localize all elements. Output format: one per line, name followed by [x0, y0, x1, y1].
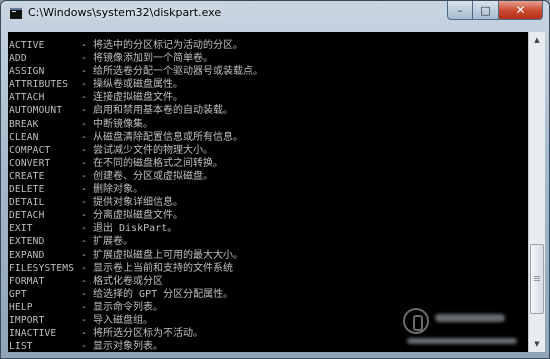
command-description: - 将镜像添加到一个简单卷。: [81, 53, 214, 65]
console-output[interactable]: ACTIVE - 将选中的分区标记为活动的分区。 ADD - 将镜像添加到一个简单卷。…: [8, 32, 528, 352]
console-line: IMPORT - 导入磁盘组。: [9, 314, 263, 327]
console-line: GPT - 给选择的 GPT 分区分配属性。: [9, 288, 263, 301]
command-description: - 显示对象列表。: [81, 341, 164, 352]
console-line: ACTIVE - 将选中的分区标记为活动的分区。: [9, 39, 263, 52]
console-app-icon[interactable]: [9, 7, 23, 20]
command-description: - 提供对象详细信息。: [81, 197, 184, 209]
console-line: ASSIGN - 给所选卷分配一个驱动器号或装载点。: [9, 65, 263, 78]
command-description: - 扩展卷。: [81, 236, 134, 248]
console-line: AUTOMOUNT - 启用和禁用基本卷的自动装载。: [9, 104, 263, 117]
console-line: CLEAN - 从磁盘清除配置信息或所有信息。: [9, 131, 263, 144]
command-name: ASSIGN: [9, 66, 45, 78]
command-name: IMPORT: [9, 314, 45, 326]
command-description: - 中断镜像集。: [81, 118, 154, 130]
console-line: CONVERT - 在不同的磁盘格式之间转换。: [9, 157, 263, 170]
console-line: FORMAT - 格式化卷或分区: [9, 275, 263, 288]
command-description: - 导入磁盘组。: [81, 314, 154, 326]
command-name: DELETE: [9, 184, 45, 196]
console-line: HELP - 显示命令列表。: [9, 301, 263, 314]
command-description: - 分离虚拟磁盘文件。: [81, 210, 184, 222]
command-description: - 操纵卷或磁盘属性。: [81, 79, 184, 91]
window-controls: – □ ✕: [447, 1, 543, 21]
command-name: FORMAT: [9, 275, 45, 287]
command-name: EXTEND: [9, 236, 45, 248]
command-name: LIST: [9, 341, 33, 352]
console-line: BREAK - 中断镜像集。: [9, 118, 263, 131]
scroll-up-button[interactable]: ▲: [529, 32, 545, 48]
command-description: - 连接虚拟磁盘文件。: [81, 92, 184, 104]
command-description: - 显示卷上当前和支持的文件系统: [81, 262, 234, 274]
close-icon: ✕: [515, 3, 526, 17]
close-button[interactable]: ✕: [499, 1, 543, 20]
console-lines: ACTIVE - 将选中的分区标记为活动的分区。 ADD - 将镜像添加到一个简单卷。…: [9, 39, 263, 352]
console-line: CREATE - 创建卷、分区或虚拟磁盘。: [9, 170, 263, 183]
window-title: C:\Windows\system32\diskpart.exe: [28, 6, 222, 19]
vertical-scrollbar[interactable]: ▲ ▼: [528, 32, 545, 352]
command-description: - 在不同的磁盘格式之间转换。: [81, 157, 224, 169]
command-description: - 显示命令列表。: [81, 301, 164, 313]
command-description: - 启用和禁用基本卷的自动装载。: [81, 105, 234, 117]
console-line: DETAIL - 提供对象详细信息。: [9, 196, 263, 209]
console-line: ADD - 将镜像添加到一个简单卷。: [9, 52, 263, 65]
console-line: DETACH - 分离虚拟磁盘文件。: [9, 209, 263, 222]
command-name: DETACH: [9, 210, 45, 222]
command-description: - 创建卷、分区或虚拟磁盘。: [81, 170, 214, 182]
command-name: ATTACH: [9, 92, 45, 104]
command-description: - 尝试减少文件的物理大小。: [81, 144, 214, 156]
maximize-button[interactable]: □: [473, 1, 499, 20]
minimize-button[interactable]: –: [447, 1, 473, 20]
console-line: FILESYSTEMS - 显示卷上当前和支持的文件系统: [9, 262, 263, 275]
command-name: COMPACT: [9, 144, 51, 156]
console-line: ATTRIBUTES - 操纵卷或磁盘属性。: [9, 78, 263, 91]
title-bar[interactable]: C:\Windows\system32\diskpart.exe – □ ✕: [1, 1, 549, 31]
command-name: GPT: [9, 288, 27, 300]
command-description: - 给所选卷分配一个驱动器号或装载点。: [81, 66, 264, 78]
console-window: C:\Windows\system32\diskpart.exe – □ ✕ A…: [0, 0, 550, 359]
command-name: EXPAND: [9, 249, 45, 261]
scrollbar-thumb[interactable]: [530, 244, 544, 314]
command-name: EXIT: [9, 223, 33, 235]
arrow-down-icon: ▼: [534, 340, 540, 348]
command-description: - 删除对象。: [81, 184, 144, 196]
command-name: BREAK: [9, 118, 39, 130]
command-name: DETAIL: [9, 197, 45, 209]
scroll-down-button[interactable]: ▼: [529, 336, 545, 352]
maximize-icon: □: [480, 3, 491, 17]
command-description: - 将选中的分区标记为活动的分区。: [81, 40, 244, 51]
minimize-icon: –: [457, 3, 463, 17]
command-name: CREATE: [9, 170, 45, 182]
console-line: EXPAND - 扩展虚拟磁盘上可用的最大大小。: [9, 249, 263, 262]
command-description: - 将所选分区标为不活动。: [81, 328, 204, 340]
console-line: COMPACT - 尝试减少文件的物理大小。: [9, 144, 263, 157]
command-description: - 扩展虚拟磁盘上可用的最大大小。: [81, 249, 244, 261]
command-name: CLEAN: [9, 131, 39, 143]
command-name: AUTOMOUNT: [9, 105, 63, 117]
console-line: INACTIVE - 将所选分区标为不活动。: [9, 327, 263, 340]
command-description: - 格式化卷或分区: [81, 275, 164, 287]
command-name: CONVERT: [9, 157, 51, 169]
command-name: FILESYSTEMS: [9, 262, 75, 274]
console-line: DELETE - 删除对象。: [9, 183, 263, 196]
command-description: - 从磁盘清除配置信息或所有信息。: [81, 131, 244, 143]
command-name: ACTIVE: [9, 40, 45, 51]
command-description: - 退出 DiskPart。: [81, 223, 178, 235]
command-name: HELP: [9, 301, 33, 313]
console-line: LIST - 显示对象列表。: [9, 340, 263, 352]
command-name: INACTIVE: [9, 328, 57, 340]
arrow-up-icon: ▲: [534, 36, 540, 44]
command-name: ADD: [9, 53, 27, 65]
console-line: EXTEND - 扩展卷。: [9, 235, 263, 248]
console-line: EXIT - 退出 DiskPart。: [9, 222, 263, 235]
command-description: - 给选择的 GPT 分区分配属性。: [81, 288, 234, 300]
command-name: ATTRIBUTES: [9, 79, 69, 91]
console-line: ATTACH - 连接虚拟磁盘文件。: [9, 91, 263, 104]
